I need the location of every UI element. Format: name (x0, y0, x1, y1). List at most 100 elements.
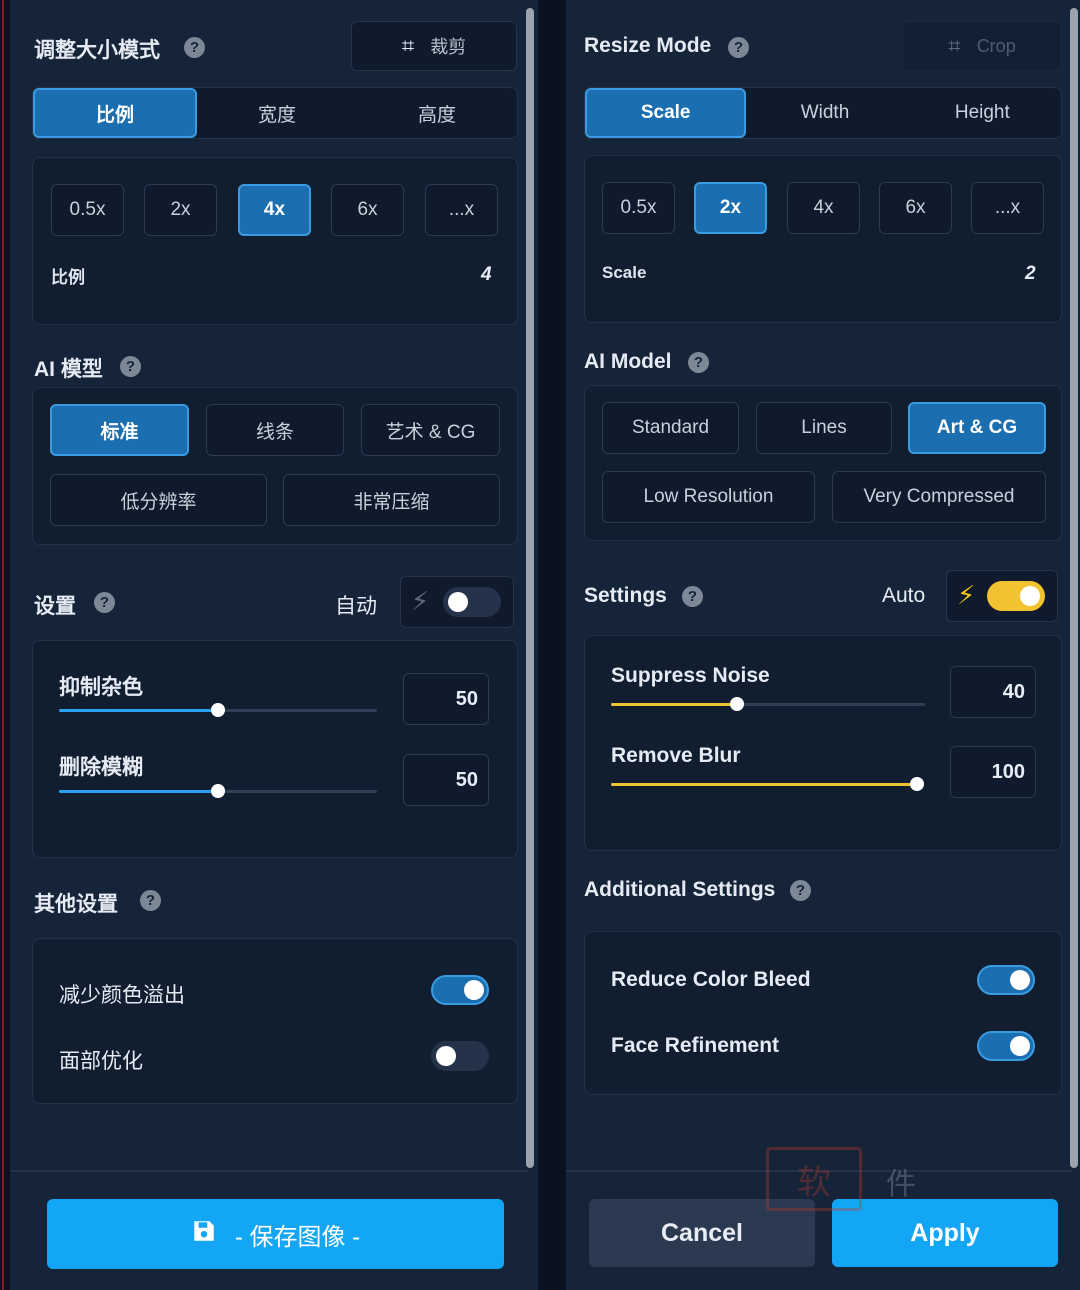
help-icon[interactable]: ? (688, 352, 709, 373)
additional-settings-card: Reduce Color Bleed Face Refinement (584, 931, 1062, 1095)
right-panel: Resize Mode ? ⌗ Crop Scale Width Height … (566, 0, 1080, 1290)
slider-thumb[interactable] (729, 697, 744, 711)
tab-scale[interactable]: Scale (585, 88, 747, 138)
slider-fill (611, 703, 737, 706)
tab-width[interactable]: 宽度 (197, 88, 357, 138)
panel-divider (538, 0, 566, 1290)
face-refinement-label: Face Refinement (611, 1034, 780, 1057)
model-very-compressed-button[interactable]: 非常压缩 (283, 474, 500, 526)
scale-chip-0-5x[interactable]: 0.5x (602, 182, 675, 234)
slider-thumb[interactable] (211, 784, 225, 798)
model-lines-button[interactable]: 线条 (206, 404, 344, 456)
help-icon[interactable]: ? (728, 37, 749, 58)
scale-value: 4 (481, 264, 492, 285)
remove-blur-slider[interactable] (59, 784, 377, 798)
footer-divider (10, 1170, 528, 1172)
save-image-button[interactable]: - 保存图像 - (47, 1199, 504, 1269)
scale-chip-custom[interactable]: ...x (425, 184, 498, 236)
suppress-noise-slider[interactable] (611, 697, 925, 711)
scale-chip-4x[interactable]: 4x (238, 184, 311, 236)
model-standard-button[interactable]: 标准 (50, 404, 189, 456)
help-icon[interactable]: ? (790, 880, 811, 901)
watermark-text: 件 (886, 1167, 916, 1202)
auto-label: Auto (882, 584, 926, 607)
face-refinement-toggle[interactable] (431, 1041, 489, 1071)
remove-blur-input[interactable]: 100 (950, 746, 1036, 798)
toggle-knob (436, 1046, 456, 1066)
scale-chip-4x[interactable]: 4x (787, 182, 860, 234)
apply-button[interactable]: Apply (832, 1199, 1058, 1267)
lightning-icon: ⚡ (411, 586, 430, 616)
resize-mode-title: Resize Mode (584, 34, 712, 57)
additional-settings-card: 减少颜色溢出 面部优化 (32, 938, 518, 1104)
remove-blur-label: Remove Blur (611, 744, 741, 767)
toggle-knob (464, 980, 484, 1000)
slider-fill (611, 783, 917, 786)
scale-chip-custom[interactable]: ...x (971, 182, 1044, 234)
toggle-knob (1010, 970, 1030, 990)
scale-chip-6x[interactable]: 6x (331, 184, 404, 236)
scale-chip-2x[interactable]: 2x (694, 182, 767, 234)
auto-label: 自动 (335, 595, 377, 618)
settings-title: 设置 (34, 595, 76, 618)
tab-height[interactable]: 高度 (357, 88, 517, 138)
model-low-resolution-button[interactable]: 低分辨率 (50, 474, 267, 526)
help-icon[interactable]: ? (94, 592, 115, 613)
crop-label: Crop (976, 35, 1016, 56)
save-label: - 保存图像 - (234, 1223, 361, 1251)
slider-thumb[interactable] (211, 703, 225, 717)
lightning-icon: ⚡ (957, 580, 976, 610)
scrollbar[interactable] (1070, 8, 1078, 1168)
crop-button[interactable]: ⌗ Crop (902, 21, 1062, 71)
scale-chip-6x[interactable]: 6x (879, 182, 952, 234)
tab-width[interactable]: Width (746, 88, 903, 138)
crop-label: 裁剪 (430, 37, 467, 57)
tab-scale[interactable]: 比例 (33, 88, 197, 138)
tab-height[interactable]: Height (904, 88, 1061, 138)
suppress-noise-input[interactable]: 40 (950, 666, 1036, 718)
settings-title: Settings (584, 584, 667, 607)
remove-blur-input[interactable]: 50 (403, 754, 489, 806)
help-icon[interactable]: ? (184, 37, 205, 58)
ai-model-title: AI Model (584, 350, 672, 373)
remove-blur-slider[interactable] (611, 777, 924, 791)
suppress-noise-input[interactable]: 50 (403, 673, 489, 725)
help-icon[interactable]: ? (682, 586, 703, 607)
ai-model-title: AI 模型 (34, 358, 103, 381)
resize-mode-tabs: 比例 宽度 高度 (32, 87, 518, 139)
scale-card: 0.5x 2x 4x 6x ...x 比例 4 (32, 157, 518, 325)
scale-chip-0-5x[interactable]: 0.5x (51, 184, 124, 236)
slider-fill (59, 709, 218, 712)
scrollbar[interactable] (526, 8, 534, 1168)
scale-card: 0.5x 2x 4x 6x ...x Scale 2 (584, 155, 1062, 323)
scale-chip-2x[interactable]: 2x (144, 184, 217, 236)
crop-icon: ⌗ (948, 33, 961, 58)
toggle-knob (1020, 586, 1040, 606)
resize-mode-tabs: Scale Width Height (584, 87, 1062, 139)
auto-mode-toggle[interactable] (443, 587, 501, 617)
toggle-knob (1010, 1036, 1030, 1056)
auto-mode-control: ⚡ (946, 570, 1058, 622)
model-very-compressed-button[interactable]: Very Compressed (832, 471, 1046, 523)
suppress-noise-label: Suppress Noise (611, 664, 770, 687)
model-low-resolution-button[interactable]: Low Resolution (602, 471, 815, 523)
model-art-cg-button[interactable]: 艺术 & CG (361, 404, 500, 456)
help-icon[interactable]: ? (140, 890, 161, 911)
model-art-cg-button[interactable]: Art & CG (908, 402, 1046, 454)
crop-button[interactable]: ⌗ 裁剪 (351, 21, 517, 71)
cancel-button[interactable]: Cancel (589, 1199, 815, 1267)
suppress-noise-slider[interactable] (59, 703, 377, 717)
model-lines-button[interactable]: Lines (756, 402, 892, 454)
settings-card: Suppress Noise 40 Remove Blur 100 (584, 635, 1062, 851)
help-icon[interactable]: ? (120, 356, 141, 377)
reduce-color-bleed-toggle[interactable] (977, 965, 1035, 995)
reduce-color-bleed-toggle[interactable] (431, 975, 489, 1005)
window-edge (0, 0, 10, 1290)
additional-settings-title: 其他设置 (34, 893, 118, 916)
auto-mode-toggle[interactable] (987, 581, 1045, 611)
model-standard-button[interactable]: Standard (602, 402, 739, 454)
face-refinement-toggle[interactable] (977, 1031, 1035, 1061)
slider-thumb[interactable] (910, 777, 924, 791)
crop-icon: ⌗ (401, 33, 415, 58)
scale-label: 比例 (51, 268, 85, 287)
